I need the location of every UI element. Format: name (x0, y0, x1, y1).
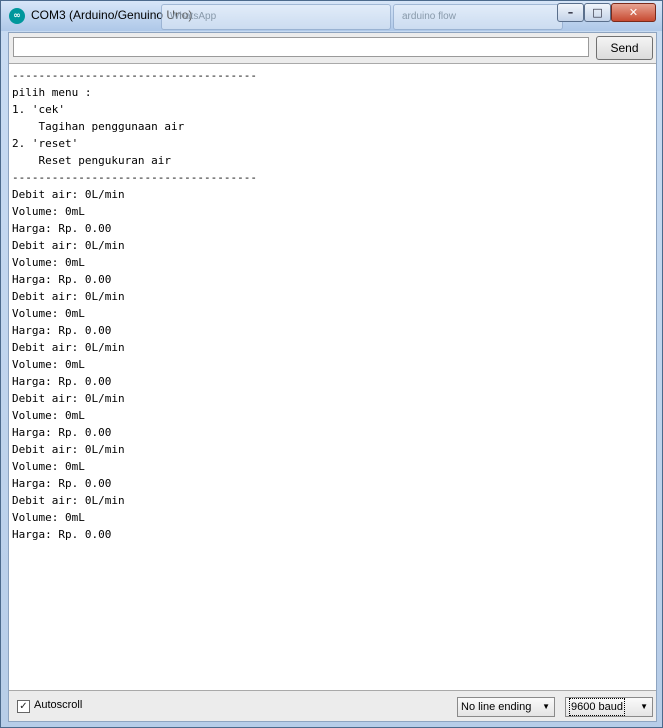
output-line: Volume: 0mL (12, 511, 85, 524)
background-window-arduino: arduino flow (393, 4, 563, 30)
output-line: 2. 'reset' (12, 137, 79, 150)
output-line: Harga: Rp. 0.00 (12, 528, 112, 541)
output-line: Volume: 0mL (12, 205, 85, 218)
baud-rate-value: 9600 baud (569, 698, 625, 716)
close-button[interactable]: ✕ (611, 3, 656, 22)
output-line: Debit air: 0L/min (12, 494, 125, 507)
output-line: Harga: Rp. 0.00 (12, 273, 112, 286)
output-line: 1. 'cek' (12, 103, 65, 116)
output-line: Harga: Rp. 0.00 (12, 477, 112, 490)
output-line: Volume: 0mL (12, 460, 85, 473)
maximize-button[interactable]: □ (584, 3, 611, 22)
title-bar[interactable]: ∞ COM3 (Arduino/Genuino Uno) WhatsApp ar… (1, 1, 662, 31)
output-line: Debit air: 0L/min (12, 188, 125, 201)
chevron-down-icon: ▼ (542, 702, 550, 711)
serial-output[interactable]: ------------------------------------- pil… (9, 63, 656, 691)
output-line: Debit air: 0L/min (12, 239, 125, 252)
output-line: Volume: 0mL (12, 409, 85, 422)
output-line: Volume: 0mL (12, 307, 85, 320)
output-line: Tagihan penggunaan air (12, 120, 185, 133)
output-line: Debit air: 0L/min (12, 392, 125, 405)
monitor-body: Send -----------------------------------… (8, 32, 657, 722)
serial-input[interactable] (13, 37, 589, 57)
output-line: ------------------------------------- (12, 69, 258, 82)
output-line: Debit air: 0L/min (12, 290, 125, 303)
send-button[interactable]: Send (596, 36, 653, 60)
output-line: Volume: 0mL (12, 358, 85, 371)
arduino-logo-icon: ∞ (9, 8, 25, 24)
output-line: Debit air: 0L/min (12, 341, 125, 354)
background-window-whatsapp: WhatsApp (161, 4, 391, 30)
line-ending-select[interactable]: No line ending ▼ (457, 697, 555, 717)
output-line: Debit air: 0L/min (12, 443, 125, 456)
output-line: Harga: Rp. 0.00 (12, 375, 112, 388)
chevron-down-icon: ▼ (640, 702, 648, 711)
output-line: Harga: Rp. 0.00 (12, 222, 112, 235)
status-bar: ✓ Autoscroll No line ending ▼ 9600 baud … (9, 690, 656, 721)
output-line: Reset pengukuran air (12, 154, 171, 167)
serial-monitor-window: ∞ COM3 (Arduino/Genuino Uno) WhatsApp ar… (0, 0, 663, 728)
autoscroll-label: Autoscroll (34, 699, 83, 711)
autoscroll-checkbox[interactable]: ✓ (17, 700, 30, 713)
minimize-button[interactable]: – (557, 3, 584, 22)
baud-rate-select[interactable]: 9600 baud ▼ (565, 697, 653, 717)
output-line: Harga: Rp. 0.00 (12, 426, 112, 439)
line-ending-value: No line ending (461, 701, 532, 713)
output-line: pilih menu : (12, 86, 92, 99)
checkmark-icon: ✓ (19, 701, 28, 712)
output-line: Volume: 0mL (12, 256, 85, 269)
output-line: ------------------------------------- (12, 171, 258, 184)
output-line: Harga: Rp. 0.00 (12, 324, 112, 337)
output-lines: ------------------------------------- pil… (12, 67, 257, 543)
